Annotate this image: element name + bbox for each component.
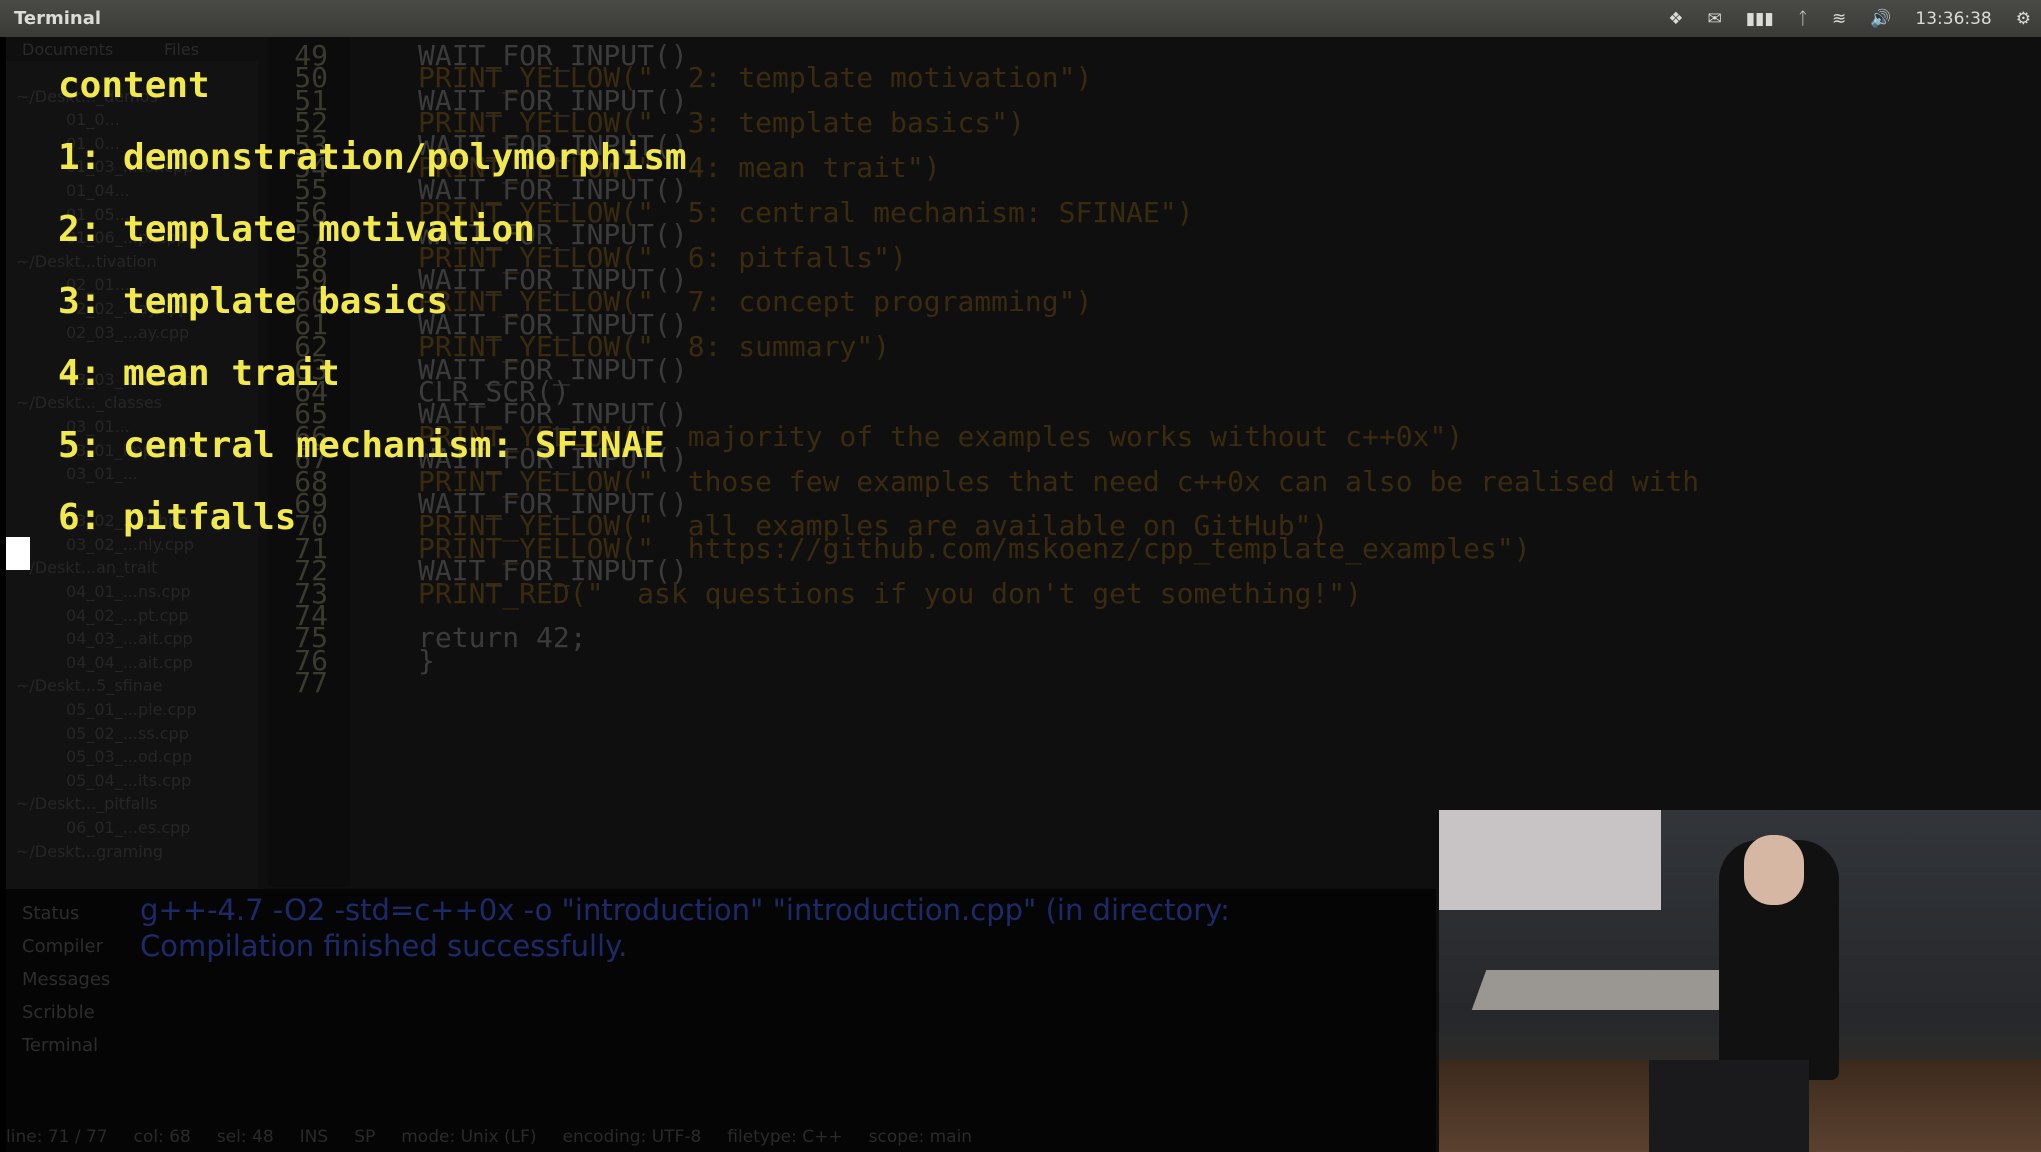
overlay-item-5: 5: central mechanism: SFINAE	[58, 425, 665, 466]
compiler-result: Compilation finished successfully.	[140, 929, 628, 963]
tab-status[interactable]: Status	[22, 903, 79, 924]
speaker-head	[1744, 835, 1804, 905]
status-item: mode: Unix (LF)	[401, 1127, 537, 1147]
overlay-item-4: 4: mean trait	[58, 353, 340, 394]
bluetooth-icon[interactable]: ᛏ	[1798, 9, 1808, 29]
code-text: return 42;	[418, 621, 587, 655]
status-item: sel: 48	[216, 1127, 274, 1147]
lectern	[1649, 1060, 1809, 1152]
video-table	[1471, 970, 1747, 1010]
status-item: SP	[354, 1127, 376, 1147]
status-item: col: 68	[133, 1127, 191, 1147]
tree-file[interactable]: 06_01_...es.cpp	[6, 816, 258, 840]
system-tray: ❖ ✉ ▮▮▮ ᛏ ≋ 🔊 13:36:38 ⚙	[1668, 6, 2031, 31]
terminal-screen: Documents Files ~/Deskt..._demos 01_0... 0…	[6, 37, 2041, 1152]
wifi-icon[interactable]: ≋	[1832, 9, 1846, 29]
overlay-item-6: 6: pitfalls	[58, 497, 297, 538]
tree-folder[interactable]: ~/Deskt...5_sfinae	[6, 674, 258, 698]
battery-icon[interactable]: ▮▮▮	[1746, 9, 1774, 29]
status-item: encoding: UTF-8	[562, 1127, 702, 1147]
compiler-command: g++-4.7 -O2 -std=c++0x -o "introduction"…	[140, 893, 1230, 927]
tab-compiler[interactable]: Compiler	[22, 936, 103, 957]
status-item: INS	[299, 1127, 329, 1147]
tree-file[interactable]: 04_02_...pt.cpp	[6, 604, 258, 628]
tree-file[interactable]: 05_02_...ss.cpp	[6, 722, 258, 746]
dropbox-icon[interactable]: ❖	[1668, 9, 1683, 29]
tree-file[interactable]: 05_01_...ple.cpp	[6, 698, 258, 722]
overlay-item-2: 2: template motivation	[58, 209, 535, 250]
tree-file[interactable]: 04_03_...ait.cpp	[6, 627, 258, 651]
tree-file[interactable]: 05_03_...od.cpp	[6, 745, 258, 769]
projection-screen	[1439, 810, 1661, 910]
status-item: scope: main	[868, 1127, 973, 1147]
overlay-title: content	[58, 65, 210, 106]
gear-icon[interactable]: ⚙	[2016, 9, 2031, 29]
tab-messages[interactable]: Messages	[22, 969, 110, 990]
tab-scribble[interactable]: Scribble	[22, 1002, 95, 1023]
tab-terminal[interactable]: Terminal	[22, 1035, 98, 1056]
tree-folder[interactable]: ~/Deskt...graming	[6, 840, 258, 864]
tree-file[interactable]: 05_04_...its.cpp	[6, 769, 258, 793]
mail-icon[interactable]: ✉	[1707, 9, 1721, 29]
message-panel: Status Compiler Messages Scribble Termin…	[6, 889, 1436, 1152]
overlay-item-3: 3: template basics	[58, 281, 449, 322]
terminal-cursor	[6, 537, 30, 570]
overlay-item-1: 1: demonstration/polymorphism	[58, 137, 687, 178]
volume-icon[interactable]: 🔊	[1870, 9, 1891, 29]
code-line: 77	[268, 666, 418, 699]
content-overlay: content 1: demonstration/polymorphism 2:…	[6, 37, 906, 597]
code-text: }	[418, 643, 435, 677]
status-item: line: 71 / 77	[6, 1127, 108, 1147]
status-item: filetype: C++	[727, 1127, 843, 1147]
tree-folder[interactable]: ~/Deskt..._pitfalls	[6, 792, 258, 816]
status-bar: line: 71 / 77 col: 68 sel: 48 INS SP mode: Un…	[6, 1127, 1436, 1152]
tree-file[interactable]: 04_04_...ait.cpp	[6, 651, 258, 675]
window-title: Terminal	[14, 8, 102, 29]
speaker-video	[1439, 810, 2041, 1152]
top-panel: Terminal ❖ ✉ ▮▮▮ ᛏ ≋ 🔊 13:36:38 ⚙	[0, 0, 2041, 37]
line-number: 77	[294, 666, 328, 700]
clock[interactable]: 13:36:38	[1915, 9, 1991, 29]
message-tabs: Status Compiler Messages Scribble Termin…	[6, 889, 132, 1152]
